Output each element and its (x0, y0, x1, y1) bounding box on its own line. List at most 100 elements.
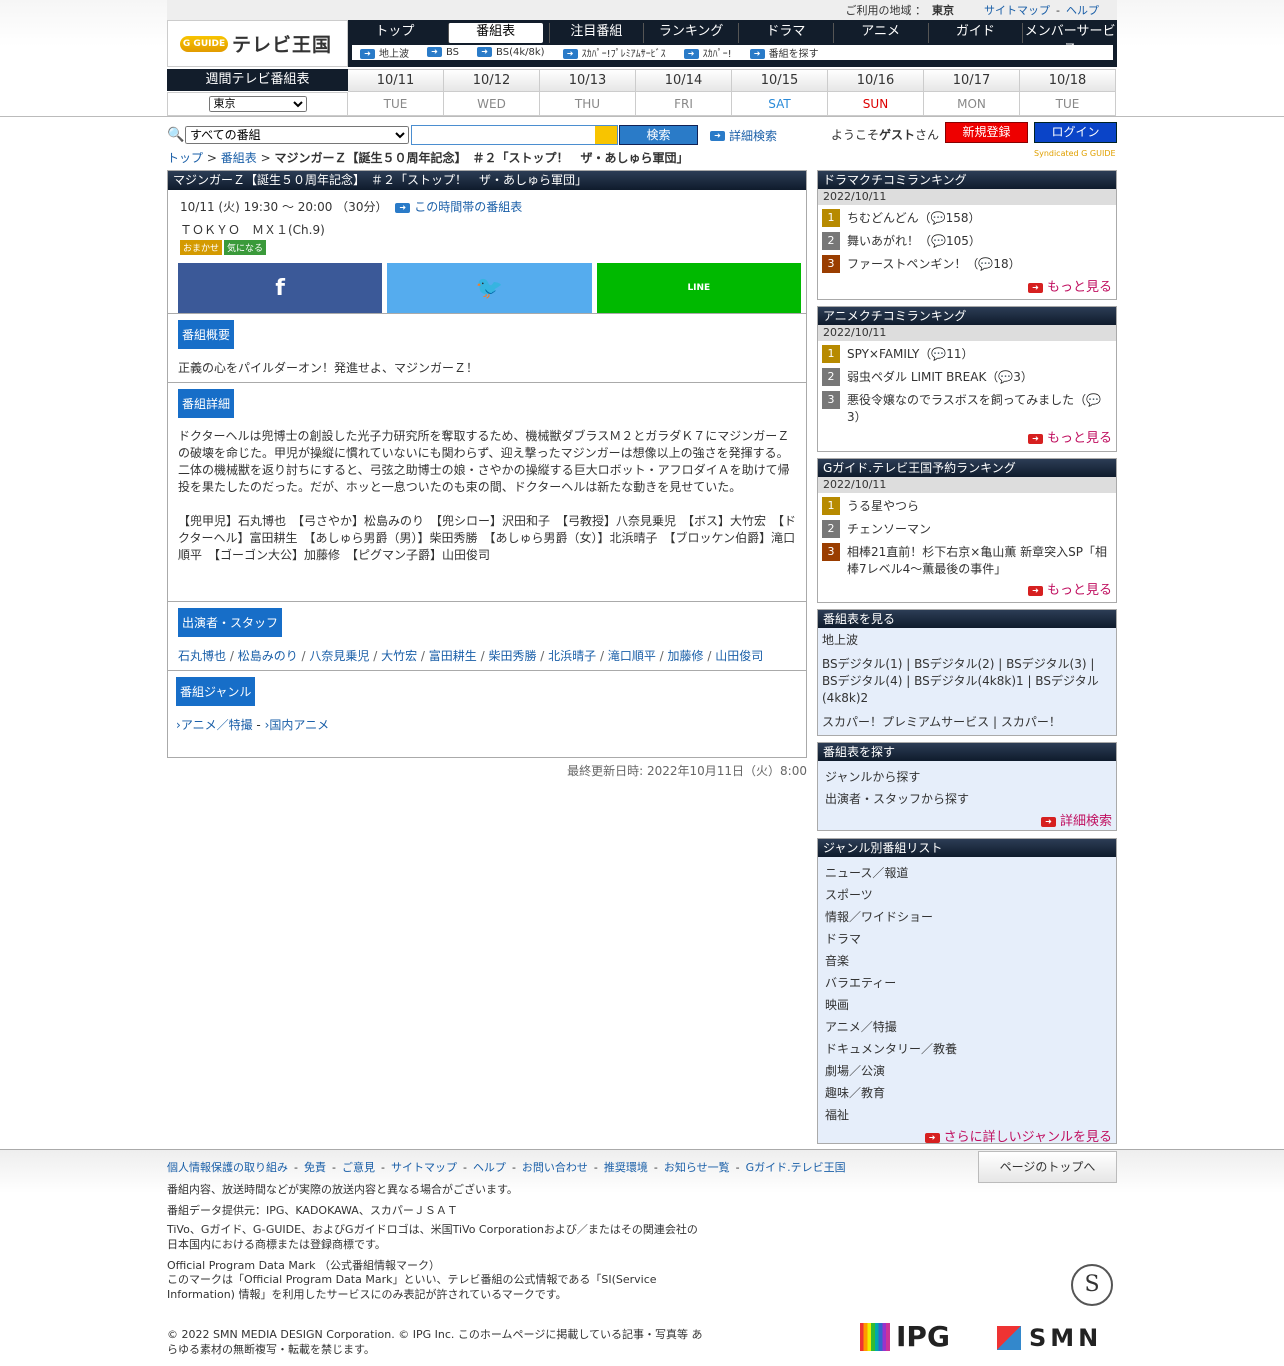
reservation-more-link[interactable]: ➜ もっと見る (818, 579, 1116, 598)
day-weekday[interactable]: MON (924, 92, 1019, 116)
footer-link[interactable]: お問い合わせ (522, 1161, 588, 1174)
site-logo[interactable]: G GUIDE テレビ王国 (167, 20, 348, 67)
search-button[interactable]: 検索 (619, 125, 698, 145)
day-weekday[interactable]: FRI (636, 92, 731, 116)
sub-nav-label[interactable]: 番組を探す (769, 49, 819, 60)
staff-link[interactable]: 加藤修 (668, 649, 704, 663)
nav-tab-6[interactable]: ガイド (927, 23, 1023, 43)
ranking-item[interactable]: 3 相棒21直前！杉下右京×亀山薫 新章突入SP「相棒7レベル4〜薫最後の事件」 (818, 541, 1116, 579)
sub-nav-label[interactable]: ｽｶﾊﾟｰ! (703, 49, 732, 60)
day-weekday[interactable]: TUE (348, 92, 443, 116)
day-date[interactable]: 10/17 (924, 70, 1019, 92)
sub-nav-item-2[interactable]: ➜ BS(4k/8k) (477, 47, 545, 58)
login-button[interactable]: ログイン (1034, 122, 1117, 143)
sub-nav-label[interactable]: 地上波 (379, 49, 409, 60)
nav-tab-4[interactable]: ドラマ (738, 23, 833, 43)
ranking-item[interactable]: 2 弱虫ペダル LIMIT BREAK（💬3） (818, 366, 1116, 389)
ranking-item[interactable]: 1 ちむどんどん（💬158） (818, 207, 1116, 230)
bs-links[interactable]: BSデジタル(1) | BSデジタル(2) | BSデジタル(3) | BSデジ… (822, 656, 1112, 707)
help-link[interactable]: ヘルプ (1066, 2, 1099, 18)
search-scope-select[interactable]: すべての番組 (185, 126, 409, 144)
facebook-share-button[interactable]: f (178, 263, 383, 313)
ranking-name[interactable]: 弱虫ペダル LIMIT BREAK（ (847, 370, 998, 384)
ranking-item[interactable]: 1 SPY×FAMILY（💬11） (818, 343, 1116, 366)
footer-link[interactable]: お知らせ一覧 (664, 1161, 730, 1174)
detail-search-link[interactable]: ➜ 詳細検索 (818, 810, 1116, 829)
nav-tab-2[interactable]: 注目番組 (548, 23, 644, 43)
more-genres-link[interactable]: ➜ さらに詳しいジャンルを見る (818, 1126, 1116, 1145)
find-by-genre[interactable]: ジャンルから探す (818, 766, 1116, 788)
day-weekday[interactable]: SUN (828, 92, 923, 116)
anime-more-link[interactable]: ➜ もっと見る (818, 427, 1116, 446)
page-top-button[interactable]: ページのトップへ (978, 1151, 1117, 1183)
genre-item[interactable]: 映画 (818, 994, 1116, 1016)
day-weekday[interactable]: WED (444, 92, 539, 116)
day-column-6[interactable]: 10/17 MON (924, 69, 1020, 116)
genre-item[interactable]: 情報／ワイドショー (818, 906, 1116, 928)
sitemap-link[interactable]: サイトマップ (984, 2, 1050, 18)
staff-link[interactable]: 富田耕生 (429, 649, 477, 663)
genre-item[interactable]: アニメ／特撮 (818, 1016, 1116, 1038)
day-column-4[interactable]: 10/15 SAT (732, 69, 828, 116)
day-date[interactable]: 10/12 (444, 70, 539, 92)
ranking-item[interactable]: 3 悪役令嬢なのでラスボスを飼ってみました（💬 3） (818, 389, 1116, 427)
genre-item[interactable]: 音楽 (818, 950, 1116, 972)
footer-link[interactable]: ご意見 (342, 1161, 375, 1174)
ranking-title[interactable]: 相棒21直前！杉下右京×亀山薫 新章突入SP「相棒7レベル4〜薫最後の事件」 (847, 543, 1112, 577)
day-column-1[interactable]: 10/12 WED (444, 69, 540, 116)
find-by-cast[interactable]: 出演者・スタッフから探す (818, 788, 1116, 810)
day-weekday[interactable]: TUE (1020, 92, 1115, 116)
nav-tab-1[interactable]: 番組表 (447, 23, 543, 43)
crumb-top[interactable]: トップ (167, 151, 203, 165)
staff-link[interactable]: 北浜晴子 (548, 649, 596, 663)
genre-item[interactable]: 劇場／公演 (818, 1060, 1116, 1082)
staff-link[interactable]: 八奈見乗児 (309, 649, 369, 663)
day-date[interactable]: 10/11 (348, 70, 443, 92)
ranking-item[interactable]: 2 チェンソーマン (818, 518, 1116, 541)
day-date[interactable]: 10/16 (828, 70, 923, 92)
twitter-share-button[interactable]: 🐦 (387, 263, 592, 313)
footer-link[interactable]: 個人情報保護の取り組み (167, 1161, 288, 1174)
ranking-name[interactable]: ファーストペンギン！（ (847, 257, 978, 271)
ranking-item[interactable]: 3 ファーストペンギン！（💬18） (818, 253, 1116, 276)
region-value[interactable]: 東京 (932, 2, 954, 18)
time-grid-label[interactable]: この時間帯の番組表 (414, 200, 522, 214)
more-label[interactable]: もっと見る (1047, 431, 1112, 446)
ranking-title[interactable]: ちむどんどん（💬158） (847, 209, 981, 226)
day-weekday[interactable]: THU (540, 92, 635, 116)
staff-link[interactable]: 滝口順平 (608, 649, 656, 663)
footer-link[interactable]: サイトマップ (391, 1161, 457, 1174)
sub-nav-item-3[interactable]: ➜ ｽｶﾊﾟｰ!ﾌﾟﾚﾐｱﾑｻｰﾋﾞｽ (562, 45, 666, 60)
genre-item[interactable]: ドラマ (818, 928, 1116, 950)
sub-nav-label[interactable]: BS(4k/8k) (496, 47, 545, 58)
crumb-grid[interactable]: 番組表 (221, 151, 257, 165)
nav-tab-3[interactable]: ランキング (643, 23, 738, 43)
ranking-name[interactable]: 悪役令嬢なのでラスボスを飼ってみました（ (847, 393, 1086, 407)
advanced-search-label[interactable]: 詳細検索 (729, 129, 777, 143)
register-button[interactable]: 新規登録 (945, 122, 1028, 143)
staff-link[interactable]: 柴田秀勝 (488, 649, 536, 663)
nav-tab-0[interactable]: トップ (348, 23, 442, 43)
genre-item[interactable]: スポーツ (818, 884, 1116, 906)
nav-tab-7[interactable]: メンバーサービス (1022, 23, 1117, 57)
day-date[interactable]: 10/18 (1020, 70, 1115, 92)
genre-item[interactable]: バラエティー (818, 972, 1116, 994)
skyperfect-links[interactable]: スカパー！プレミアムサービス | スカパー！ (822, 714, 1112, 731)
ranking-title[interactable]: チェンソーマン (847, 520, 931, 537)
staff-link[interactable]: 石丸博也 (178, 649, 226, 663)
genre-item[interactable]: 趣味／教育 (818, 1082, 1116, 1104)
genre-item[interactable]: 福祉 (818, 1104, 1116, 1126)
sub-nav-item-1[interactable]: ➜ BS (427, 47, 459, 58)
ranking-title[interactable]: SPY×FAMILY（💬11） (847, 345, 974, 362)
footer-link[interactable]: 免責 (304, 1161, 326, 1174)
more-label[interactable]: もっと見る (1047, 583, 1112, 598)
omakase-badge[interactable]: おまかせ (180, 240, 223, 255)
ranking-name[interactable]: 舞いあがれ！（ (847, 234, 931, 248)
staff-link[interactable]: 松島みのり (238, 649, 298, 663)
day-date[interactable]: 10/15 (732, 70, 827, 92)
ranking-item[interactable]: 2 舞いあがれ！（💬105） (818, 230, 1116, 253)
nav-tab-5[interactable]: アニメ (832, 23, 928, 43)
footer-link[interactable]: ヘルプ (473, 1161, 506, 1174)
search-input[interactable] (411, 125, 618, 145)
more-label[interactable]: 詳細検索 (1060, 814, 1112, 829)
